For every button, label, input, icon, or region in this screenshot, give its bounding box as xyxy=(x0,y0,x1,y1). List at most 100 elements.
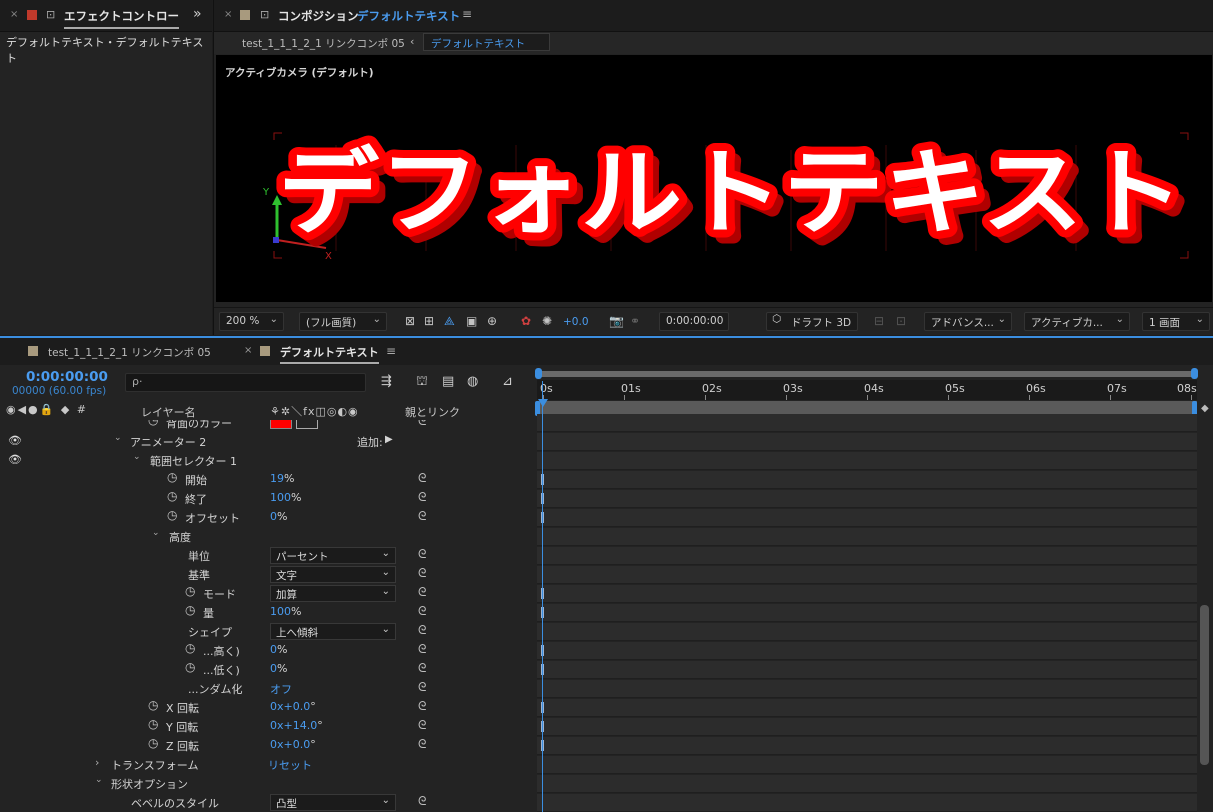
property-row-based-on[interactable]: 基準 文字 ⌄ ᘓ xyxy=(0,565,533,584)
property-track[interactable] xyxy=(537,794,1197,812)
stopwatch-icon[interactable]: ◷ xyxy=(148,736,158,750)
property-row-randomize[interactable]: ...ンダム化 オフ ᘓ xyxy=(0,679,533,698)
composition-viewer[interactable]: アクティブカメラ (デフォルト) Y X デフォルトテキスト デフォルトテキスト… xyxy=(216,55,1212,302)
column-layer-name[interactable]: レイヤー名 xyxy=(141,404,196,420)
current-timecode[interactable]: 0:00:00:00 xyxy=(26,369,108,385)
twirl-down-icon[interactable]: ⌄ xyxy=(114,433,122,443)
stopwatch-icon[interactable]: ◷ xyxy=(167,489,177,503)
property-value[interactable]: 19% xyxy=(270,472,294,485)
mode-dropdown[interactable]: 加算 ⌄ xyxy=(270,585,396,602)
reset-link[interactable]: リセット xyxy=(268,757,312,773)
tab-effect-controls[interactable]: エフェクトコントロー xyxy=(64,8,179,29)
tab-composition[interactable]: コンポジション xyxy=(278,8,359,24)
mask-visibility-icon[interactable]: ⟁ xyxy=(444,314,455,329)
close-tab-button[interactable]: × xyxy=(224,9,232,20)
property-row-end[interactable]: ◷ 終了 100% ᘓ xyxy=(0,489,533,508)
navigator-start-handle[interactable] xyxy=(535,368,542,379)
pickwhip-icon[interactable]: ᘓ xyxy=(418,737,426,752)
bevel-style-dropdown[interactable]: 凸型 ⌄ xyxy=(270,794,396,811)
current-time-field[interactable]: 0:00:00:00 xyxy=(659,312,729,331)
property-row-geometry-options[interactable]: ⌄ 形状オプション xyxy=(0,774,533,793)
pickwhip-icon[interactable]: ᘓ xyxy=(418,604,426,619)
resolution-dropdown[interactable]: (フル画質) ⌄ xyxy=(299,312,387,331)
stopwatch-icon[interactable]: ◷ xyxy=(185,584,195,598)
property-track[interactable] xyxy=(537,699,1197,717)
property-value[interactable]: 100% xyxy=(270,605,301,618)
property-value[interactable]: 0x+0.0° xyxy=(270,700,316,713)
property-track[interactable] xyxy=(537,452,1197,470)
property-row-amount[interactable]: ◷ 量 100% ᘓ xyxy=(0,603,533,622)
pickwhip-icon[interactable]: ᘓ xyxy=(418,623,426,638)
breadcrumb-back-icon[interactable]: ‹ xyxy=(410,35,414,48)
twirl-right-icon[interactable]: › xyxy=(95,756,99,769)
stopwatch-icon[interactable]: ◷ xyxy=(167,470,177,484)
composition-name[interactable]: デフォルトテキスト xyxy=(357,8,460,24)
current-time-indicator-line[interactable] xyxy=(542,381,543,812)
property-row-mode[interactable]: ◷ モード 加算 ⌄ ᘓ xyxy=(0,584,533,603)
panel-menu-icon[interactable]: ≡ xyxy=(386,344,396,358)
eye-icon[interactable]: 👁 xyxy=(8,453,22,466)
current-time-indicator-head[interactable] xyxy=(538,399,548,407)
pickwhip-icon[interactable]: ᘓ xyxy=(418,509,426,524)
close-tab-button[interactable]: × xyxy=(10,9,18,20)
property-track[interactable] xyxy=(537,528,1197,546)
property-track[interactable] xyxy=(537,775,1197,793)
property-row-range-selector-1[interactable]: 👁 ⌄ 範囲セレクター 1 xyxy=(0,451,533,470)
property-track[interactable] xyxy=(537,547,1197,565)
property-track[interactable] xyxy=(537,680,1197,698)
color-channels-icon[interactable]: ✿ xyxy=(521,314,531,328)
property-track[interactable] xyxy=(537,509,1197,527)
property-value[interactable]: 0% xyxy=(270,643,287,656)
time-navigator-bar[interactable] xyxy=(537,371,1197,377)
column-switches[interactable]: ⚘✲＼fx◫◎◐◉ xyxy=(270,403,359,419)
region-of-interest-icon[interactable]: ▣ xyxy=(466,314,477,328)
property-value[interactable]: 0% xyxy=(270,662,287,675)
view-layout-dropdown[interactable]: 1 画面 ⌄ xyxy=(1142,312,1210,331)
3d-ground-icon[interactable]: ⊟ xyxy=(874,314,884,328)
stopwatch-icon[interactable]: ◷ xyxy=(167,508,177,522)
property-track[interactable] xyxy=(537,490,1197,508)
lock-icon[interactable]: ⊡ xyxy=(46,8,55,21)
property-row-start[interactable]: ◷ 開始 19% ᘓ xyxy=(0,470,533,489)
exposure-value[interactable]: +0.0 xyxy=(563,316,589,328)
pickwhip-icon[interactable]: ᘓ xyxy=(418,718,426,733)
stopwatch-icon[interactable]: ◷ xyxy=(148,698,158,712)
graph-editor-icon[interactable]: ⊿ xyxy=(502,374,513,389)
search-input[interactable]: ρ· xyxy=(125,373,366,392)
property-value[interactable]: 0% xyxy=(270,510,287,523)
twirl-down-icon[interactable]: ⌄ xyxy=(133,452,141,462)
time-ruler[interactable]: 0s 01s 02s 03s 04s 05s 06s 07s 08s xyxy=(537,380,1197,400)
color-management-icon[interactable]: ✺ xyxy=(542,314,552,328)
property-value[interactable]: 0x+0.0° xyxy=(270,738,316,751)
property-row-transform[interactable]: › トランスフォーム リセット xyxy=(0,755,533,774)
breadcrumb-item-current-comp[interactable]: デフォルトテキスト xyxy=(423,33,550,51)
camera-snapshot-icon[interactable]: 📷 xyxy=(609,314,624,328)
property-row-animator-2[interactable]: 👁 ⌄ アニメーター 2 追加: ▶ xyxy=(0,432,533,451)
breadcrumb-item-parent-comp[interactable]: test_1_1_1_2_1 リンクコンポ 05 xyxy=(242,36,405,51)
property-row-y-rotation[interactable]: ◷ Y 回転 0x+14.0° ᘓ xyxy=(0,717,533,736)
panel-menu-icon[interactable]: ≡ xyxy=(462,7,472,21)
stopwatch-icon[interactable]: ◷ xyxy=(185,641,195,655)
navigator-end-handle[interactable] xyxy=(1191,368,1198,379)
property-row-z-rotation[interactable]: ◷ Z 回転 0x+0.0° ᘓ xyxy=(0,736,533,755)
stopwatch-icon[interactable]: ◷ xyxy=(185,660,195,674)
stopwatch-icon[interactable]: ◷ xyxy=(185,603,195,617)
twirl-down-icon[interactable]: ⌄ xyxy=(95,775,103,785)
pickwhip-icon[interactable]: ᘓ xyxy=(418,490,426,505)
extended-viewer-icon[interactable]: ⊡ xyxy=(896,314,906,328)
show-snapshot-icon[interactable]: ⚭ xyxy=(630,314,640,328)
property-row-offset[interactable]: ◷ オフセット 0% ᘓ xyxy=(0,508,533,527)
motion-blur-icon[interactable]: ◍ xyxy=(467,374,478,389)
property-track[interactable] xyxy=(537,661,1197,679)
pickwhip-icon[interactable]: ᘓ xyxy=(418,642,426,657)
time-graph[interactable]: 0s 01s 02s 03s 04s 05s 06s 07s 08s ◆ xyxy=(535,365,1213,812)
tab-timeline-link-comp[interactable]: test_1_1_1_2_1 リンクコンポ 05 xyxy=(48,345,211,360)
property-row-advanced[interactable]: ⌄ 高度 xyxy=(0,527,533,546)
property-track[interactable] xyxy=(537,604,1197,622)
property-value[interactable]: 100% xyxy=(270,491,301,504)
pickwhip-icon[interactable]: ᘓ xyxy=(418,661,426,676)
zoom-dropdown[interactable]: 200 % ⌄ xyxy=(219,312,284,331)
property-track[interactable] xyxy=(537,433,1197,451)
property-track[interactable] xyxy=(537,471,1197,489)
add-menu-label[interactable]: 追加: xyxy=(357,434,383,450)
